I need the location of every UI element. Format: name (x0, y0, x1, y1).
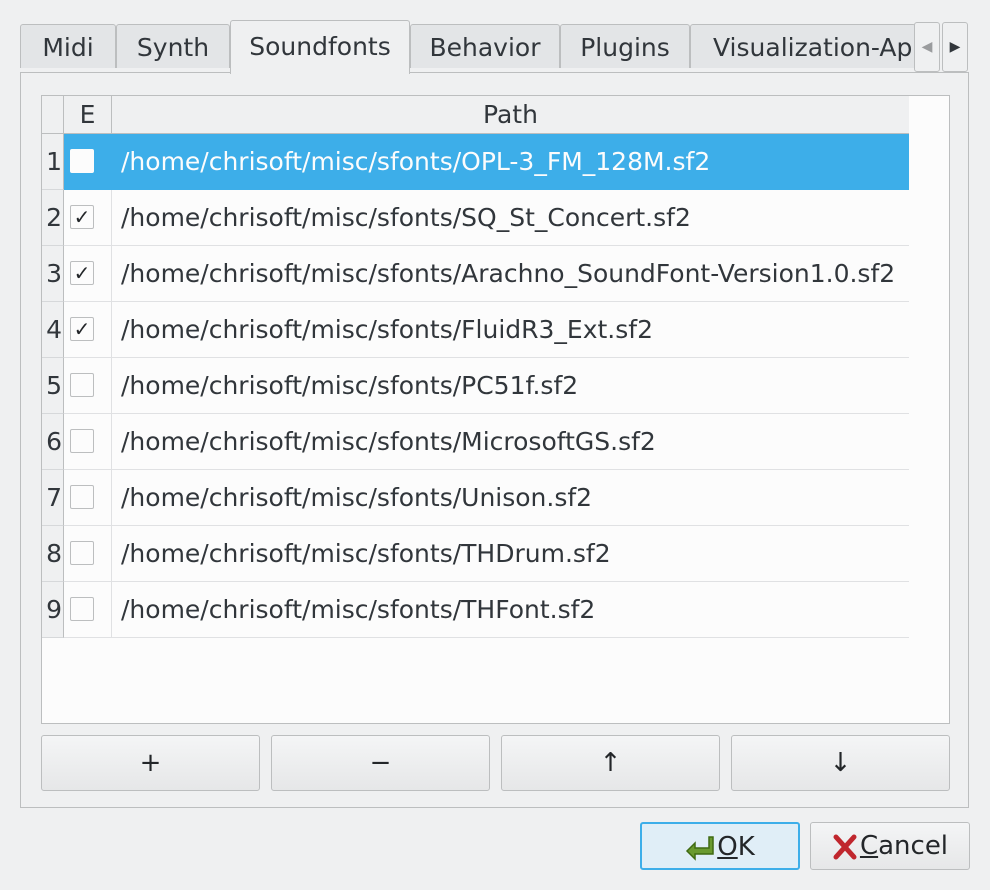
ok-mnemonic: O (717, 832, 738, 862)
enabled-cell[interactable] (64, 134, 112, 190)
row-number: 6 (42, 414, 64, 470)
table-row[interactable]: 8/home/chrisoft/misc/sfonts/THDrum.sf2 (42, 526, 909, 582)
column-header-enabled[interactable]: E (64, 96, 112, 134)
path-cell[interactable]: /home/chrisoft/misc/sfonts/PC51f.sf2 (112, 358, 909, 414)
move-up-button[interactable]: ↑ (501, 735, 720, 791)
soundfonts-pane: E Path 1/home/chrisoft/misc/sfonts/OPL-3… (20, 72, 969, 808)
table-row[interactable]: 6/home/chrisoft/misc/sfonts/MicrosoftGS.… (42, 414, 909, 470)
enabled-checkbox[interactable] (70, 429, 94, 453)
path-cell[interactable]: /home/chrisoft/misc/sfonts/THFont.sf2 (112, 582, 909, 638)
tab-soundfonts[interactable]: Soundfonts (230, 20, 410, 74)
enabled-checkbox[interactable] (70, 541, 94, 565)
tab-synth[interactable]: Synth (116, 24, 230, 68)
path-cell[interactable]: /home/chrisoft/misc/sfonts/THDrum.sf2 (112, 526, 909, 582)
table-row[interactable]: 9/home/chrisoft/misc/sfonts/THFont.sf2 (42, 582, 909, 638)
enabled-checkbox[interactable] (70, 149, 94, 173)
table-row[interactable]: 7/home/chrisoft/misc/sfonts/Unison.sf2 (42, 470, 909, 526)
row-number: 9 (42, 582, 64, 638)
checkmark-icon: ✓ (73, 205, 91, 229)
enabled-cell[interactable] (64, 526, 112, 582)
table-row[interactable]: 2 ✓ /home/chrisoft/misc/sfonts/SQ_St_Conce… (42, 190, 909, 246)
tab-plugins[interactable]: Plugins (560, 24, 690, 68)
table-row[interactable]: 1/home/chrisoft/misc/sfonts/OPL-3_FM_128… (42, 134, 909, 190)
ok-button[interactable]: OK (640, 822, 800, 870)
table-row[interactable]: 5/home/chrisoft/misc/sfonts/PC51f.sf2 (42, 358, 909, 414)
path-cell[interactable]: /home/chrisoft/misc/sfonts/Unison.sf2 (112, 470, 909, 526)
tab-behavior[interactable]: Behavior (410, 24, 560, 68)
cancel-label: ancel (878, 831, 949, 861)
row-number: 3 (42, 246, 64, 302)
add-button[interactable]: + (41, 735, 260, 791)
cancel-button[interactable]: Cancel (810, 822, 970, 870)
row-number: 4 (42, 302, 64, 358)
row-number: 2 (42, 190, 64, 246)
soundfont-table[interactable]: E Path 1/home/chrisoft/misc/sfonts/OPL-3… (41, 95, 950, 724)
path-cell[interactable]: /home/chrisoft/misc/sfonts/FluidR3_Ext.s… (112, 302, 909, 358)
move-down-button[interactable]: ↓ (731, 735, 950, 791)
path-cell[interactable]: /home/chrisoft/misc/sfonts/MicrosoftGS.s… (112, 414, 909, 470)
table-corner (42, 96, 64, 134)
enabled-checkbox[interactable] (70, 373, 94, 397)
path-cell[interactable]: /home/chrisoft/misc/sfonts/SQ_St_Concert… (112, 190, 909, 246)
enabled-cell[interactable] (64, 582, 112, 638)
tab-scroll-right-button[interactable]: ▶ (942, 22, 968, 72)
row-number: 1 (42, 134, 64, 190)
enabled-cell[interactable]: ✓ (64, 190, 112, 246)
chevron-right-icon: ▶ (949, 39, 961, 55)
enabled-cell[interactable]: ✓ (64, 246, 112, 302)
enabled-cell[interactable]: ✓ (64, 302, 112, 358)
enabled-cell[interactable] (64, 470, 112, 526)
path-cell[interactable]: /home/chrisoft/misc/sfonts/OPL-3_FM_128M… (112, 134, 909, 190)
enabled-checkbox[interactable] (70, 597, 94, 621)
tab-visualization-app[interactable]: Visualization-App (690, 24, 916, 68)
tab-scroll-left-button[interactable]: ◀ (914, 22, 940, 72)
checkmark-icon: ✓ (73, 317, 91, 341)
ok-label: K (737, 832, 755, 862)
row-number: 8 (42, 526, 64, 582)
tab-midi[interactable]: Midi (20, 24, 116, 68)
table-row[interactable]: 4 ✓ /home/chrisoft/misc/sfonts/FluidR3_Ext… (42, 302, 909, 358)
checkmark-icon: ✓ (73, 261, 91, 285)
chevron-left-icon: ◀ (921, 39, 933, 55)
enabled-checkbox[interactable]: ✓ (70, 261, 94, 285)
column-header-path[interactable]: Path (112, 96, 909, 134)
cancel-mnemonic: C (859, 831, 879, 861)
remove-button[interactable]: − (271, 735, 490, 791)
row-number: 7 (42, 470, 64, 526)
enabled-cell[interactable] (64, 414, 112, 470)
enabled-checkbox[interactable]: ✓ (70, 205, 94, 229)
row-number: 5 (42, 358, 64, 414)
path-cell[interactable]: /home/chrisoft/misc/sfonts/Arachno_Sound… (112, 246, 909, 302)
enabled-checkbox[interactable]: ✓ (70, 317, 94, 341)
tab-bar: Midi Synth Soundfonts Behavior Plugins V… (20, 20, 970, 74)
table-row[interactable]: 3 ✓ /home/chrisoft/misc/sfonts/Arachno_Sou… (42, 246, 909, 302)
cancel-x-icon (833, 834, 857, 859)
ok-arrow-icon (686, 835, 714, 861)
enabled-cell[interactable] (64, 358, 112, 414)
enabled-checkbox[interactable] (70, 485, 94, 509)
